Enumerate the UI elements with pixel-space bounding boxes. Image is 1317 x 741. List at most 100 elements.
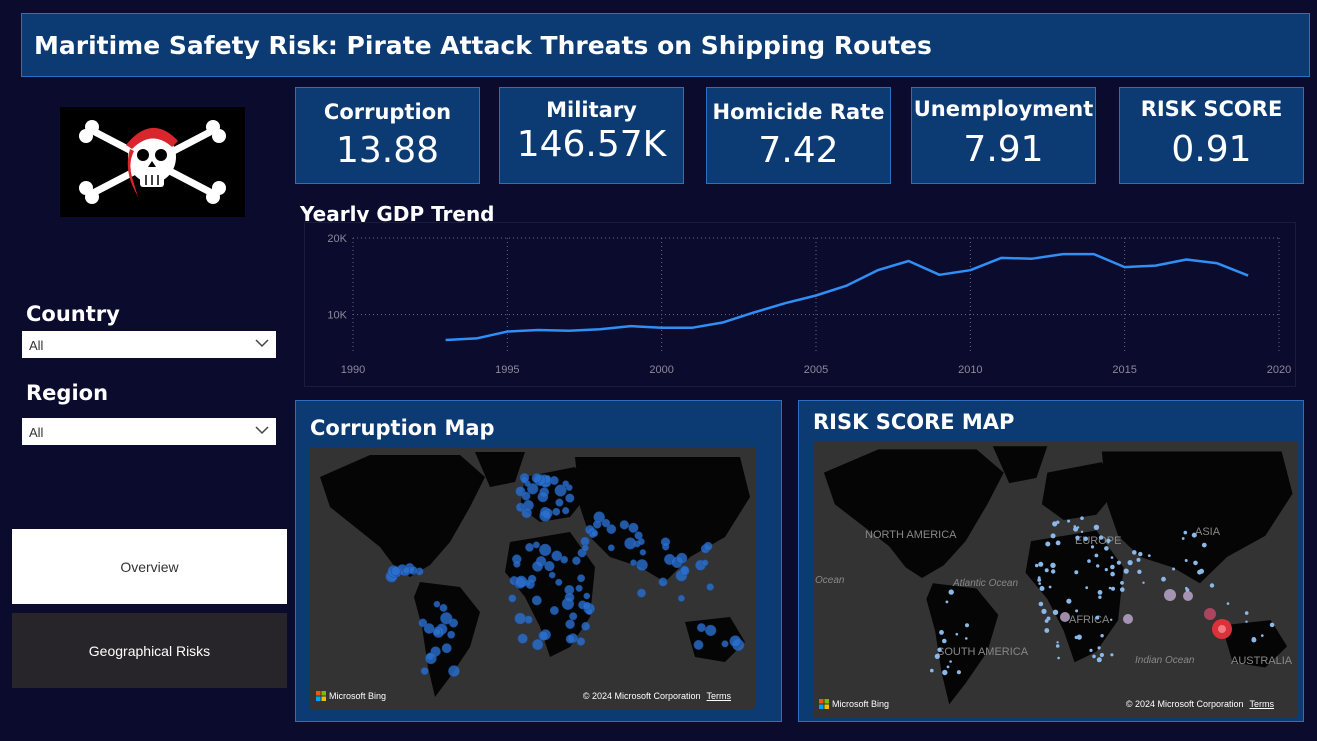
x-tick-label: 1990 [341, 364, 365, 376]
risk-point [1056, 520, 1060, 524]
corruption-bubble [515, 575, 528, 588]
corruption-bubble [577, 574, 586, 583]
corruption-bubble [624, 537, 637, 550]
corruption-bubble [552, 507, 561, 516]
copyright-text: © 2024 Microsoft Corporation [582, 691, 701, 701]
risk-point [1096, 657, 1102, 663]
corruption-bubble [532, 560, 544, 572]
corruption-bubble [636, 588, 647, 598]
corruption-bubble [701, 559, 709, 567]
corruption-bubble [583, 592, 591, 600]
y-tick-label: 10K [327, 310, 347, 322]
risk-bubble [1164, 589, 1176, 601]
corruption-bubble [706, 583, 715, 591]
x-tick-label: 2005 [804, 364, 828, 376]
risk-point [1037, 578, 1042, 582]
south-america-shape [414, 582, 480, 697]
overview-button[interactable]: Overview [12, 529, 287, 604]
risk-point [1110, 556, 1114, 559]
risk-point [1041, 608, 1047, 614]
corruption-bubble [575, 584, 583, 592]
corruption-bubble [565, 619, 575, 629]
corruption-bubble [564, 592, 575, 603]
risk-point [1185, 586, 1188, 590]
risk-point [1056, 641, 1059, 644]
corruption-bubble [576, 637, 586, 646]
corruption-bubble [607, 544, 615, 552]
risk-point [1094, 553, 1099, 558]
map-region-label: SOUTH AMERICA [937, 646, 1029, 658]
risk-point [1245, 620, 1248, 623]
risk-point [1048, 585, 1052, 589]
country-dropdown[interactable]: All [22, 331, 276, 358]
risk-bubble [1123, 614, 1133, 624]
map-region-label: AFRICA [1069, 614, 1110, 626]
risk-point [1147, 554, 1151, 557]
map-region-label: NORTH AMERICA [865, 529, 957, 541]
risk-point [1092, 654, 1096, 659]
x-tick-label: 2020 [1267, 364, 1291, 376]
risk-point [1201, 542, 1207, 548]
corruption-bubble [402, 566, 411, 575]
risk-point [1080, 530, 1084, 533]
bing-attribution: Microsoft Bing [316, 691, 386, 701]
risk-point [1108, 586, 1112, 590]
geographical-risks-button[interactable]: Geographical Risks [12, 613, 287, 688]
risk-point [1104, 568, 1108, 572]
risk-point [1226, 602, 1230, 605]
terms-link[interactable]: Terms [1250, 699, 1275, 709]
kpi-card-military: Military 146.57K [499, 87, 684, 184]
risk-point [1089, 648, 1093, 652]
risk-point [1045, 541, 1051, 547]
corruption-bubble [420, 667, 429, 676]
microsoft-logo-icon [819, 699, 829, 709]
corruption-bubble [581, 621, 591, 631]
title-bar: Maritime Safety Risk: Pirate Attack Thre… [21, 13, 1310, 77]
kpi-label: Homicide Rate [712, 100, 885, 124]
corruption-bubble [514, 612, 527, 625]
risk-point [1074, 570, 1079, 575]
risk-point [1100, 634, 1104, 638]
risk-bubble [1183, 591, 1193, 601]
corruption-bubble [390, 566, 401, 577]
corruption-bubble [532, 541, 540, 549]
country-dropdown-value: All [29, 338, 44, 353]
corruption-bubble [721, 640, 729, 648]
corruption-bubble [630, 559, 637, 567]
risk-point [1051, 569, 1056, 574]
risk-point [1055, 540, 1061, 546]
map-region-label: Ocean [815, 575, 845, 586]
risk-point [1052, 609, 1059, 615]
corruption-bubble [447, 630, 456, 639]
map-region-label: Indian Ocean [1135, 655, 1195, 666]
risk-point [1137, 569, 1142, 574]
terms-link[interactable]: Terms [707, 691, 732, 701]
corruption-bubble [549, 476, 559, 485]
bing-attribution: Microsoft Bing [819, 699, 889, 709]
map-copyright: © 2024 Microsoft Corporation Terms [1126, 699, 1274, 709]
risk-point [946, 665, 950, 669]
kpi-label: Unemployment [913, 97, 1094, 121]
kpi-value: 7.91 [963, 129, 1044, 170]
kpi-value: 13.88 [335, 130, 440, 171]
bing-label: Microsoft Bing [329, 691, 387, 701]
risk-point [1087, 559, 1091, 563]
kpi-value: 0.91 [1171, 129, 1252, 170]
risk-score-map[interactable]: NORTH AMERICA EUROPE ASIA Ocean Atlantic Oce… [813, 441, 1298, 717]
region-dropdown[interactable]: All [22, 418, 276, 445]
corruption-bubble [634, 531, 643, 540]
kpi-card-homicide-rate: Homicide Rate 7.42 [706, 87, 891, 184]
corruption-bubble [539, 543, 552, 557]
risk-point [1075, 609, 1079, 613]
kpi-card-risk-score: RISK SCORE 0.91 [1119, 87, 1304, 184]
risk-point [1083, 536, 1088, 542]
risk-point [934, 653, 940, 659]
corruption-map[interactable]: Microsoft Bing © 2024 Microsoft Corporat… [310, 447, 755, 709]
risk-point [948, 589, 954, 595]
corruption-bubble [448, 665, 460, 677]
corruption-bubble [660, 537, 671, 547]
region-dropdown-value: All [29, 425, 44, 440]
map-region-label: EUROPE [1075, 535, 1121, 547]
corruption-bubble [562, 507, 570, 515]
copyright-text: © 2024 Microsoft Corporation [1125, 699, 1244, 709]
